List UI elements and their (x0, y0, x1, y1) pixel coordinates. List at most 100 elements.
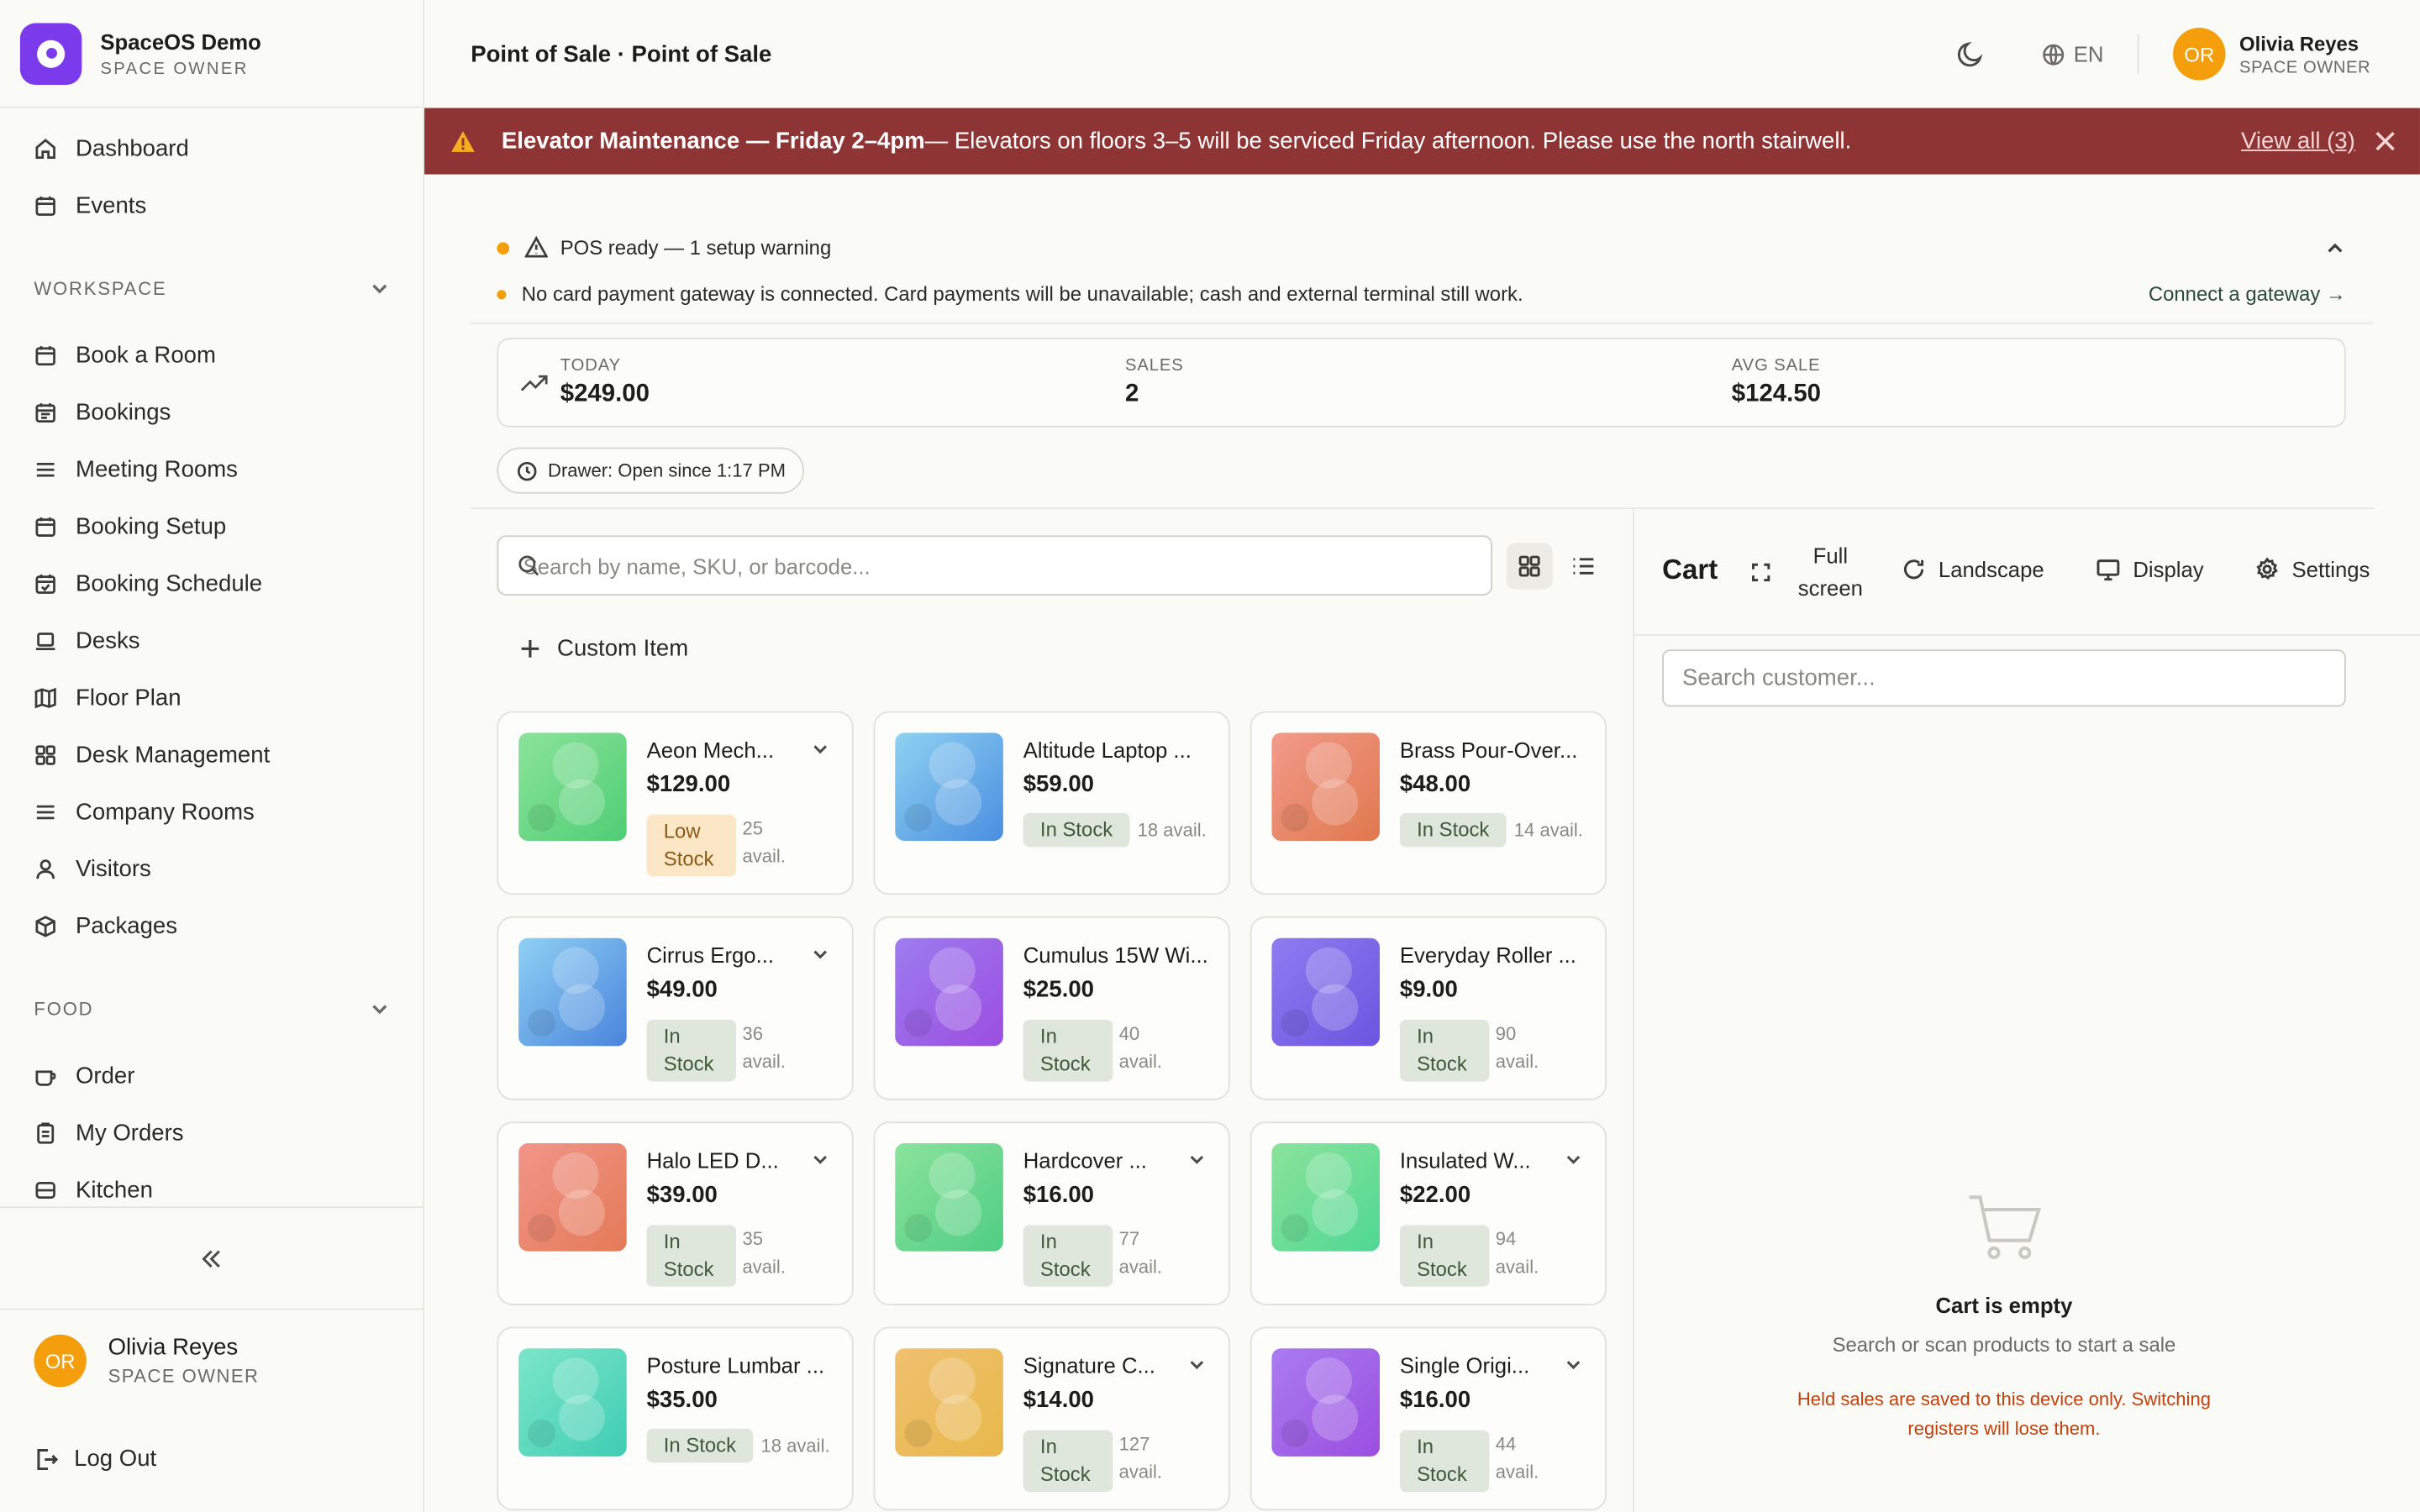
product-card[interactable]: Hardcover ... $16.00 In Stock 77 avail. (873, 1121, 1230, 1305)
availability-count: 14 avail. (1513, 819, 1583, 842)
product-image (1271, 1348, 1381, 1457)
sidebar-item-label: Desk Management (75, 742, 271, 769)
section-workspace-toggle[interactable]: WORKSPACE (0, 262, 423, 314)
customer-search-placeholder: Search customer... (1682, 664, 1876, 691)
product-card[interactable]: Single Origi... $16.00 In Stock 44 avail. (1249, 1326, 1607, 1511)
stock-badge: In Stock (1023, 1020, 1113, 1082)
product-card[interactable]: Cirrus Ergo... $49.00 In Stock 36 avail. (497, 916, 854, 1100)
availability-count: 18 avail. (1137, 819, 1207, 842)
sidebar-item-order[interactable]: Order (0, 1047, 423, 1105)
stock-badge: In Stock (646, 1020, 737, 1082)
sidebar-item-booking-setup[interactable]: Booking Setup (0, 498, 423, 555)
product-card[interactable]: Cumulus 15W Wi... $25.00 In Stock 40 avail. (873, 916, 1230, 1100)
product-price: $22.00 (1399, 1181, 1471, 1209)
sidebar-item-label: Book a Room (75, 342, 216, 369)
fullscreen-button[interactable]: Full screen (1752, 540, 1863, 605)
sidebar: SpaceOS Demo SPACE OWNER Dashboard Event… (0, 0, 425, 1512)
sidebar-item-meeting-rooms[interactable]: Meeting Rooms (0, 441, 423, 498)
user-name: Olivia Reyes (2239, 31, 2360, 55)
product-search-input[interactable]: Search by name, SKU, or barcode... (497, 535, 1493, 596)
cart-title: Cart (1662, 554, 1718, 585)
chevron-up-icon[interactable] (2326, 239, 2344, 258)
list-icon (1573, 558, 1594, 575)
globe-icon (2042, 43, 2064, 66)
product-card[interactable]: Halo LED D... $39.00 In Stock 35 avail. (497, 1121, 854, 1305)
customer-search-input[interactable]: Search customer... (1662, 649, 2346, 707)
sidebar-item-floor-plan[interactable]: Floor Plan (0, 669, 423, 727)
chevron-down-icon[interactable] (1565, 1356, 1581, 1373)
list-view-button[interactable] (1560, 543, 1607, 590)
language-switcher[interactable]: EN (2041, 42, 2103, 66)
product-image (895, 1348, 1003, 1457)
chevron-down-icon[interactable] (1188, 1356, 1205, 1373)
sidebar-item-events[interactable]: Events (0, 177, 423, 234)
custom-item-button[interactable]: Custom Item (518, 636, 688, 662)
chevron-down-icon[interactable] (812, 741, 829, 758)
logout-icon (37, 1448, 59, 1470)
sidebar-nav: Dashboard Events WORKSPACE Book a Room B… (0, 120, 423, 1204)
clipboard-icon (37, 1122, 55, 1144)
empty-subtitle: Search or scan products to start a sale (1832, 1332, 2176, 1357)
product-name: Hardcover ... (1023, 1147, 1147, 1173)
sidebar-item-booking-schedule[interactable]: Booking Schedule (0, 555, 423, 612)
brand-name: SpaceOS Demo (100, 28, 261, 54)
display-button[interactable]: Display (2096, 557, 2204, 581)
sidebar-item-my-orders[interactable]: My Orders (0, 1105, 423, 1162)
product-card[interactable]: Everyday Roller ... $9.00 In Stock 90 avail… (1249, 916, 1607, 1100)
calendar-list-icon (35, 403, 55, 423)
product-price: $14.00 (1023, 1387, 1095, 1414)
sidebar-item-book-a-room[interactable]: Book a Room (0, 327, 423, 384)
laptop-icon (35, 633, 55, 650)
sidebar-user[interactable]: OR Olivia Reyes SPACE OWNER (34, 1334, 260, 1388)
product-grid: Aeon Mech... $129.00 Low Stock 25 avail. Alt… (497, 711, 1607, 1512)
product-name: Single Origi... (1399, 1352, 1530, 1378)
sidebar-item-company-rooms[interactable]: Company Rooms (0, 784, 423, 841)
search-placeholder: Search by name, SKU, or barcode... (523, 553, 871, 578)
product-card[interactable]: Aeon Mech... $129.00 Low Stock 25 avail. (497, 711, 854, 895)
product-card[interactable]: Brass Pour-Over... $48.00 In Stock 14 avail… (1249, 711, 1607, 895)
sidebar-item-kitchen[interactable]: Kitchen (0, 1162, 423, 1204)
chevron-down-icon[interactable] (812, 946, 829, 963)
chevron-down-icon[interactable] (1188, 1151, 1205, 1168)
drawer-status-button[interactable]: Drawer: Open since 1:17 PM (497, 447, 805, 494)
sidebar-item-desk-management[interactable]: Desk Management (0, 727, 423, 784)
close-icon[interactable] (2375, 131, 2396, 151)
sidebar-item-bookings[interactable]: Bookings (0, 384, 423, 441)
product-image (1271, 732, 1381, 842)
collapse-sidebar-button[interactable] (0, 1206, 424, 1310)
user-role: SPACE OWNER (108, 1365, 260, 1388)
chevron-down-icon[interactable] (1565, 1151, 1581, 1168)
product-card[interactable]: Signature C... $14.00 In Stock 127 avail. (873, 1326, 1230, 1511)
logout-button[interactable]: Log Out (34, 1446, 156, 1472)
settings-button[interactable]: Settings (2254, 557, 2370, 581)
sidebar-item-packages[interactable]: Packages (0, 898, 423, 955)
chevron-down-icon[interactable] (812, 1151, 829, 1168)
sidebar-item-desks[interactable]: Desks (0, 612, 423, 669)
sidebar-item-visitors[interactable]: Visitors (0, 841, 423, 898)
connect-gateway-link[interactable]: Connect a gateway → (2149, 282, 2346, 306)
landscape-button[interactable]: Landscape (1902, 557, 2044, 581)
product-card[interactable]: Insulated W... $22.00 In Stock 94 avail. (1249, 1121, 1607, 1305)
availability-count: 40 avail. (1118, 1022, 1163, 1073)
search-icon (518, 555, 539, 576)
plus-icon (521, 640, 539, 658)
sidebar-item-label: Kitchen (75, 1177, 153, 1204)
settings-label: Settings (2291, 557, 2370, 582)
user-menu[interactable]: OR Olivia Reyes SPACE OWNER (2173, 28, 2420, 81)
product-card[interactable]: Posture Lumbar ... $35.00 In Stock 18 avail… (497, 1326, 854, 1511)
cart-empty-state: Cart is empty Search or scan products to… (1634, 1188, 2374, 1444)
product-card[interactable]: Altitude Laptop ... $59.00 In Stock 18 avai… (873, 711, 1230, 895)
section-title: WORKSPACE (34, 277, 167, 300)
stat-avg-sale: AVG SALE $124.50 (1732, 356, 1821, 408)
moon-icon[interactable] (1954, 39, 1986, 70)
logout-label: Log Out (74, 1445, 157, 1473)
sidebar-item-dashboard[interactable]: Dashboard (0, 120, 423, 177)
stock-badge: In Stock (1023, 812, 1130, 848)
product-price: $16.00 (1399, 1387, 1471, 1414)
calendar-icon (35, 517, 55, 537)
brand-header[interactable]: SpaceOS Demo SPACE OWNER (0, 0, 424, 108)
section-food-toggle[interactable]: FOOD (0, 983, 423, 1035)
grid-view-button[interactable] (1506, 543, 1553, 590)
view-all-link[interactable]: View all (3) (2241, 128, 2355, 154)
product-name: Brass Pour-Over... (1399, 737, 1578, 763)
